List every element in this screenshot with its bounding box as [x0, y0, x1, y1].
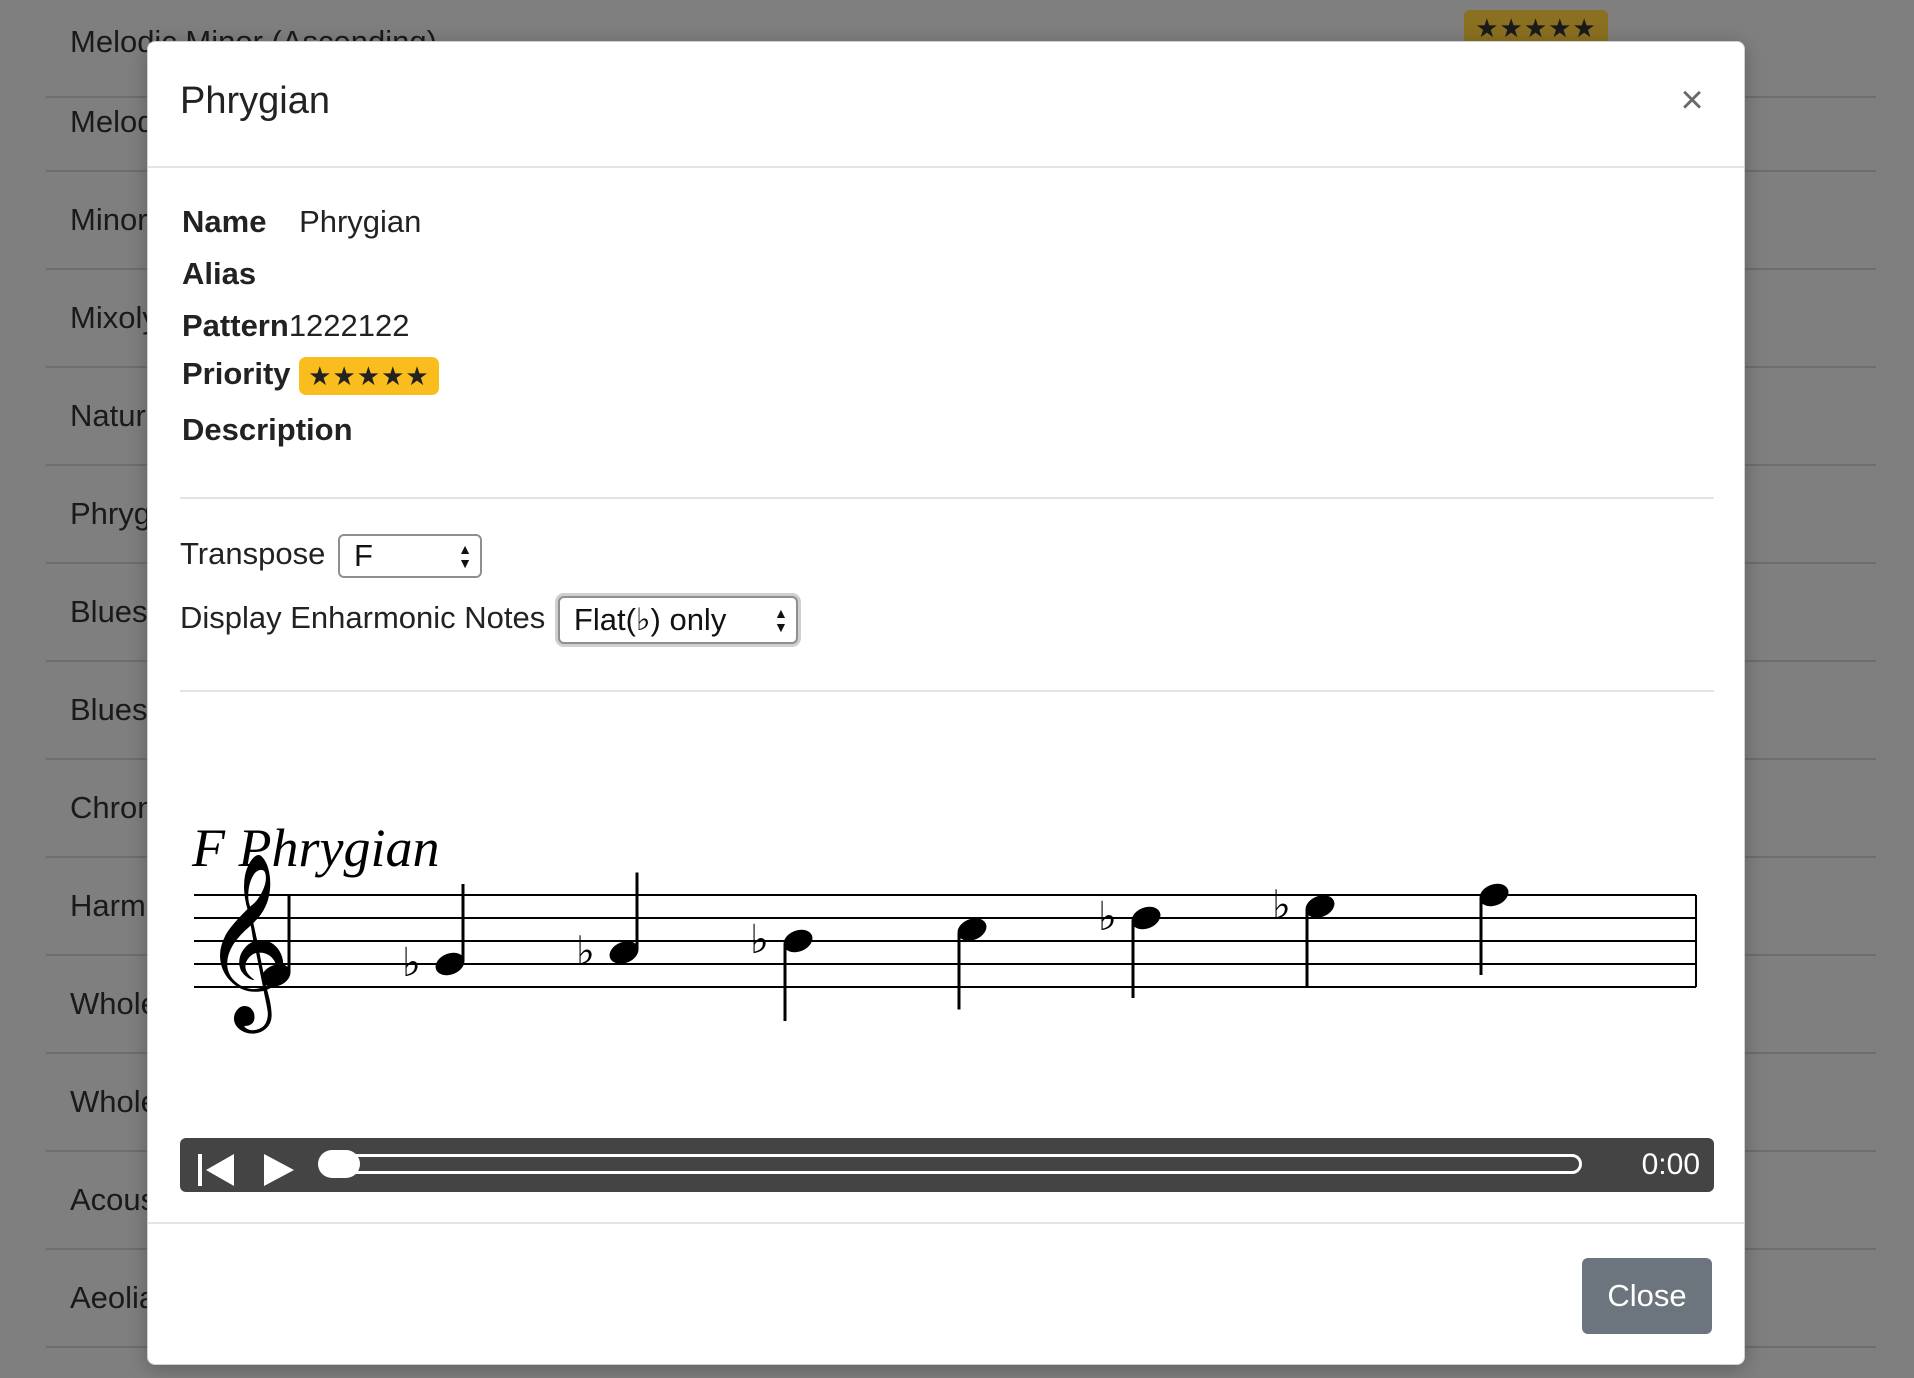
name-label: Name — [182, 204, 267, 239]
note — [957, 918, 987, 1010]
close-icon[interactable]: × — [1672, 80, 1712, 120]
flat-accidental: ♭ — [1098, 894, 1117, 940]
flat-accidental: ♭ — [576, 929, 595, 975]
divider — [180, 497, 1714, 499]
music-score: F Phrygian 𝄞 ♭ ♭ ♭ ♭ ♭ — [191, 818, 1697, 1034]
note: ♭ — [1098, 894, 1161, 998]
info-alias-row: Alias — [182, 256, 256, 292]
list-item-label: Chron — [70, 790, 155, 825]
list-item-label: Blues — [70, 594, 148, 629]
info-priority-row: Priority ★★★★★ — [182, 356, 439, 395]
flat-accidental: ♭ — [750, 917, 769, 963]
pattern-label: Pattern — [182, 308, 289, 343]
pattern-value: 1222122 — [288, 308, 410, 343]
enharmonic-label: Display Enharmonic Notes — [180, 600, 546, 636]
list-item-label: Aeolia — [70, 1280, 157, 1315]
description-label: Description — [182, 412, 353, 447]
enharmonic-value: Flat(♭) only — [573, 602, 727, 637]
list-item-label: Mixoly — [70, 300, 158, 335]
progress-track[interactable] — [320, 1154, 1582, 1174]
info-name-row: Name Phrygian — [182, 204, 421, 240]
list-item-label: Minor — [70, 202, 148, 237]
transpose-select[interactable]: F ▲ ▼ — [337, 534, 482, 578]
treble-clef-icon: 𝄞 — [202, 852, 291, 1034]
select-arrows-icon: ▲ ▼ — [774, 605, 788, 635]
divider — [180, 690, 1714, 692]
list-item-label: Blues — [70, 692, 148, 727]
modal-header: Phrygian × — [148, 42, 1744, 168]
transpose-label: Transpose — [180, 536, 326, 572]
play-icon[interactable] — [260, 1150, 296, 1190]
enharmonic-row: Display Enharmonic Notes Flat(♭) only ▲ ▼ — [180, 596, 798, 644]
time-readout: 0:00 — [1641, 1148, 1700, 1181]
footer-divider — [148, 1222, 1744, 1224]
note — [1479, 883, 1509, 975]
list-item-label: Whole — [70, 986, 158, 1021]
skip-back-icon[interactable] — [196, 1150, 236, 1190]
scale-detail-modal: Phrygian × Name Phrygian Alias Pattern12… — [147, 41, 1745, 1365]
close-button[interactable]: Close — [1582, 1258, 1712, 1334]
list-item-label: Acous — [70, 1182, 157, 1217]
note: ♭ — [750, 917, 813, 1021]
list-item-label: Melod — [70, 104, 155, 139]
name-value: Phrygian — [299, 204, 422, 239]
priority-badge: ★★★★★ — [299, 356, 439, 395]
list-item-label: Whole — [70, 1084, 158, 1119]
audio-player: 0:00 — [180, 1138, 1714, 1192]
list-item-label: Harm — [70, 888, 146, 923]
progress-thumb[interactable] — [318, 1150, 360, 1178]
select-arrows-icon: ▲ ▼ — [458, 541, 472, 571]
note: ♭ — [1272, 883, 1335, 987]
flat-accidental: ♭ — [1272, 883, 1291, 929]
info-description-row: Description — [182, 412, 353, 448]
list-item-label: Phryg — [70, 496, 151, 531]
alias-label: Alias — [182, 256, 257, 291]
info-pattern-row: Pattern1222122 — [182, 308, 410, 344]
enharmonic-select[interactable]: Flat(♭) only ▲ ▼ — [557, 596, 798, 644]
flat-accidental: ♭ — [402, 940, 421, 986]
note: ♭ — [402, 884, 465, 986]
priority-label: Priority — [182, 356, 291, 391]
transpose-value: F — [353, 538, 373, 573]
modal-title: Phrygian — [180, 80, 330, 122]
transpose-row: Transpose F ▲ ▼ — [180, 534, 482, 578]
note: ♭ — [576, 872, 639, 975]
